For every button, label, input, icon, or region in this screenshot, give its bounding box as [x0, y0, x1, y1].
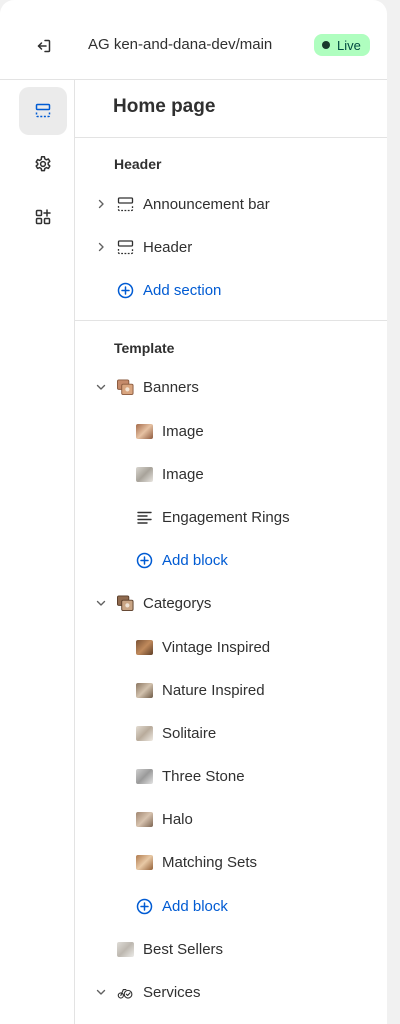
- section-icon: [117, 196, 134, 213]
- section-label: Announcement bar: [143, 195, 270, 213]
- rail-sections-button[interactable]: [19, 87, 67, 135]
- delivery-icon: [117, 984, 134, 1001]
- rail-settings-button[interactable]: [19, 140, 67, 188]
- block-label: Halo: [162, 810, 193, 828]
- block-label: Image: [162, 465, 204, 483]
- chevron-down-icon[interactable]: [95, 597, 107, 609]
- exit-icon: [37, 39, 51, 53]
- block-label: Vintage Inspired: [162, 638, 271, 656]
- block-label: Matching Sets: [162, 853, 258, 871]
- page-title: Home page: [113, 96, 216, 117]
- block-label: Solitaire: [162, 724, 217, 742]
- gear-icon: [35, 156, 51, 172]
- sections-icon: [35, 103, 51, 118]
- section-categorys[interactable]: Categorys: [75, 585, 387, 621]
- add-block-button[interactable]: Add block: [75, 888, 387, 924]
- live-status-label: Live: [337, 37, 361, 53]
- divider: [75, 137, 387, 138]
- chevron-down-icon[interactable]: [95, 381, 107, 393]
- chevron-right-icon[interactable]: [95, 198, 107, 210]
- section-services[interactable]: Services: [75, 974, 387, 1010]
- block-label: Image: [162, 422, 204, 440]
- header-group-title: Header: [114, 156, 162, 172]
- block-three-stone[interactable]: Three Stone: [75, 758, 387, 794]
- store-theme-name[interactable]: AG ken-and-dana-dev/main: [88, 36, 272, 53]
- banner-thumbnail-icon: [117, 378, 134, 396]
- section-label: Services: [143, 983, 201, 1001]
- block-label: Three Stone: [162, 767, 245, 785]
- image-thumbnail-icon: [117, 941, 134, 958]
- block-image[interactable]: Image: [75, 413, 387, 449]
- add-section-label: Add section: [143, 281, 222, 299]
- block-vintage-inspired[interactable]: Vintage Inspired: [75, 629, 387, 665]
- top-bar: AG ken-and-dana-dev/main Live: [0, 0, 387, 80]
- plus-circle-icon: [117, 282, 134, 299]
- template-group-title: Template: [114, 340, 175, 356]
- block-label: Engagement Rings: [162, 508, 290, 526]
- image-thumbnail-icon: [136, 423, 153, 440]
- block-image[interactable]: Image: [75, 456, 387, 492]
- section-announcement-bar[interactable]: Announcement bar: [75, 186, 387, 222]
- section-best-sellers[interactable]: Best Sellers: [75, 931, 387, 967]
- divider: [75, 320, 387, 321]
- section-label: Header: [143, 238, 193, 256]
- image-thumbnail-icon: [136, 768, 153, 785]
- sidebar-rail: [0, 80, 75, 1024]
- add-block-label: Add block: [162, 551, 228, 569]
- block-halo[interactable]: Halo: [75, 801, 387, 837]
- plus-circle-icon: [136, 898, 153, 915]
- image-thumbnail-icon: [136, 466, 153, 483]
- add-section-button[interactable]: Add section: [75, 272, 387, 308]
- add-block-label: Add block: [162, 897, 228, 915]
- category-thumbnail-icon: [117, 594, 134, 612]
- section-label: Banners: [143, 378, 199, 396]
- image-thumbnail-icon: [136, 725, 153, 742]
- live-status-badge: Live: [314, 34, 370, 56]
- image-thumbnail-icon: [136, 811, 153, 828]
- image-thumbnail-icon: [136, 682, 153, 699]
- text-align-left-icon: [136, 509, 153, 526]
- plus-circle-icon: [136, 552, 153, 569]
- sections-panel: Home page Header Announcement bar Header…: [75, 80, 387, 1024]
- exit-button[interactable]: [30, 32, 58, 60]
- theme-editor-panel: AG ken-and-dana-dev/main Live Home page …: [0, 0, 387, 1024]
- image-thumbnail-icon: [136, 854, 153, 871]
- block-solitaire[interactable]: Solitaire: [75, 715, 387, 751]
- add-block-button[interactable]: Add block: [75, 542, 387, 578]
- section-icon: [117, 239, 134, 256]
- block-engagement-rings[interactable]: Engagement Rings: [75, 499, 387, 535]
- apps-icon: [35, 209, 51, 225]
- section-banners[interactable]: Banners: [75, 369, 387, 405]
- block-matching-sets[interactable]: Matching Sets: [75, 844, 387, 880]
- block-nature-inspired[interactable]: Nature Inspired: [75, 672, 387, 708]
- rail-apps-button[interactable]: [19, 193, 67, 241]
- image-thumbnail-icon: [136, 639, 153, 656]
- chevron-right-icon[interactable]: [95, 241, 107, 253]
- section-label: Categorys: [143, 594, 212, 612]
- block-label: Nature Inspired: [162, 681, 265, 699]
- live-status-dot: [322, 41, 330, 49]
- section-label: Best Sellers: [143, 940, 224, 958]
- chevron-down-icon[interactable]: [95, 986, 107, 998]
- section-header[interactable]: Header: [75, 229, 387, 265]
